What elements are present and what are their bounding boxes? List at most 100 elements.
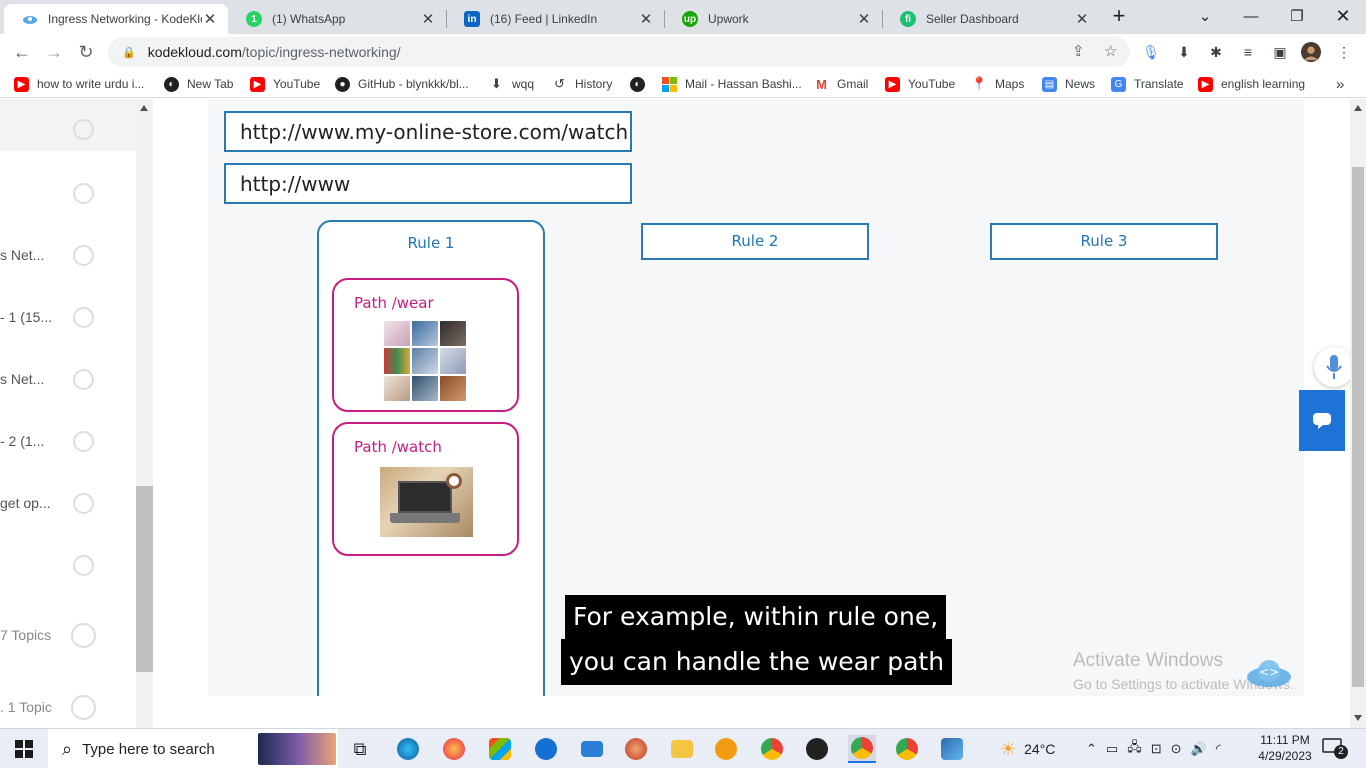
bookmark-item[interactable]: M Gmail (814, 75, 868, 93)
sidebar-lesson[interactable] (0, 173, 136, 213)
sidebar-scroll-thumb[interactable] (136, 486, 153, 672)
sidebar-lesson[interactable]: get op... (0, 483, 136, 523)
bookmark-item[interactable]: G Translate (1111, 75, 1184, 93)
subtitle-line-1: For example, within rule one, (565, 595, 947, 639)
lock-icon: 🔒 (122, 46, 136, 59)
close-icon[interactable]: ✕ (638, 10, 654, 28)
profile-avatar[interactable] (1301, 42, 1321, 62)
notification-center-icon[interactable]: 2 (1322, 737, 1348, 761)
restore-icon[interactable]: ❐ (1274, 0, 1320, 32)
close-window-icon[interactable]: ✕ (1320, 0, 1366, 32)
sidebar-topic-count: 7 Topics (0, 627, 52, 643)
windows-start-icon[interactable] (0, 729, 48, 768)
network-icon[interactable]: 🖧 (1127, 738, 1142, 760)
voice-assistant-mic-icon[interactable] (1314, 347, 1354, 387)
bookmark-item[interactable]: ◐ (630, 75, 653, 93)
back-arrow-icon[interactable]: ← (8, 38, 36, 66)
bookmark-item[interactable]: ● GitHub - blynkkk/bl... (335, 75, 469, 93)
sidebar-topic-group[interactable]: 7 Topics (0, 615, 136, 655)
volume-icon[interactable]: 🔊 (1191, 741, 1207, 757)
bookmark-item[interactable]: ⬇ wqq (489, 75, 534, 93)
mail-icon[interactable] (578, 735, 606, 763)
feedback-chat-icon[interactable] (1299, 390, 1345, 451)
sidebar-topic-group[interactable]: . 1 Topic (0, 687, 136, 727)
voice-extension-icon[interactable]: 🎙 (1141, 42, 1161, 62)
scroll-up-arrow-icon[interactable] (140, 105, 148, 111)
reload-icon[interactable]: ↻ (72, 38, 100, 66)
sidebar-scrollbar[interactable] (136, 99, 153, 728)
more-bookmarks-button[interactable]: » (1336, 75, 1344, 93)
sidebar-lesson[interactable]: s Net... (0, 359, 136, 399)
file-explorer-icon[interactable] (668, 735, 696, 763)
page-scrollbar[interactable] (1350, 99, 1366, 728)
side-panel-icon[interactable]: ▣ (1270, 42, 1290, 62)
firefox-icon[interactable] (440, 735, 468, 763)
share-icon[interactable]: ⇪ (1072, 42, 1085, 60)
microsoft-store-icon[interactable] (486, 735, 514, 763)
chrome-profile-icon[interactable] (893, 735, 921, 763)
weather-widget[interactable]: ☀ 24°C (1000, 729, 1055, 768)
tab-ingress-networking[interactable]: Ingress Networking - KodeKlo ✕ (4, 4, 228, 34)
bookmark-item[interactable]: ▶ how to write urdu i... (14, 75, 144, 93)
youtube-icon: ▶ (250, 76, 265, 92)
taskbar-search-placeholder: Type here to search (82, 740, 215, 758)
bookmark-item[interactable]: ▶ YouTube (885, 75, 955, 93)
task-view-icon[interactable]: ⧉ (346, 735, 374, 763)
close-icon[interactable]: ✕ (856, 10, 872, 28)
sidebar-lesson[interactable] (0, 99, 136, 151)
page-scroll-thumb[interactable] (1352, 167, 1364, 687)
chrome-icon[interactable] (758, 735, 786, 763)
media-control-icon[interactable]: ≡ (1238, 42, 1258, 62)
microsoft-icon (662, 76, 677, 92)
bookmark-label: Mail - Hassan Bashi... (685, 77, 802, 91)
tab-whatsapp[interactable]: 1 (1) WhatsApp ✕ (228, 4, 446, 34)
extensions-puzzle-icon[interactable]: ✱ (1206, 42, 1226, 62)
sidebar-lesson[interactable] (0, 545, 136, 585)
scroll-up-arrow-icon[interactable] (1354, 105, 1362, 111)
close-icon[interactable]: ✕ (420, 10, 436, 28)
sidebar-lesson[interactable]: - 1 (15... (0, 297, 136, 337)
bookmark-item[interactable]: 📍 Maps (971, 75, 1024, 93)
settings-gear-icon[interactable] (712, 735, 740, 763)
taskbar-clock[interactable]: 11:11 PM 4/29/2023 (1252, 732, 1318, 764)
path-watch-card: Path /watch (332, 422, 519, 556)
browser-menu-icon[interactable]: ⋮ (1334, 42, 1354, 62)
page-content: s Net... - 1 (15... s Net... - 2 (1... g… (0, 99, 1366, 728)
scroll-down-arrow-icon[interactable] (1354, 715, 1362, 721)
tab-search-chevron-icon[interactable]: ⌄ (1182, 0, 1228, 32)
bookmark-item[interactable]: ▤ News (1042, 75, 1095, 93)
bookmark-star-icon[interactable]: ☆ (1104, 42, 1117, 60)
address-bar[interactable]: 🔒 kodekloud.com/topic/ingress-networking… (108, 37, 1130, 67)
forward-arrow-icon[interactable]: → (40, 38, 68, 66)
tab-linkedin[interactable]: in (16) Feed | LinkedIn ✕ (446, 4, 664, 34)
photos-icon[interactable] (938, 735, 966, 763)
chevron-up-icon[interactable]: ⌃ (1086, 741, 1097, 757)
obs-icon[interactable] (803, 735, 831, 763)
sidebar-lesson[interactable]: s Net... (0, 235, 136, 275)
minimize-icon[interactable]: — (1228, 0, 1274, 32)
bookmark-item[interactable]: ↺ History (552, 75, 612, 93)
sidebar-lesson-label: s Net... (0, 247, 45, 263)
tab-upwork[interactable]: up Upwork ✕ (664, 4, 882, 34)
taskbar-search-box[interactable]: ⌕ Type here to search (48, 729, 338, 768)
bookmark-item[interactable]: ◐ New Tab (164, 75, 233, 93)
tab-seller-dashboard[interactable]: fi Seller Dashboard ✕ (882, 4, 1100, 34)
bookmark-item[interactable]: ▶ YouTube (250, 75, 320, 93)
chrome-active-window-icon[interactable] (848, 735, 876, 763)
wifi-icon[interactable]: ◜ (1216, 741, 1221, 757)
close-icon[interactable]: ✕ (202, 10, 218, 28)
taskbar-tray-icon[interactable]: ⊡ (1151, 741, 1162, 757)
snail-app-icon[interactable] (622, 735, 650, 763)
bookmark-item[interactable]: ▶ english learning (1198, 75, 1305, 93)
edge-icon[interactable] (394, 735, 422, 763)
download-icon: ⬇ (491, 76, 502, 91)
download-extension-icon[interactable]: ⬇ (1174, 42, 1194, 62)
skype-icon[interactable] (532, 735, 560, 763)
sidebar-lesson[interactable]: - 2 (1... (0, 421, 136, 461)
battery-icon[interactable]: ▭ (1106, 741, 1118, 757)
camera-icon[interactable]: ⊙ (1171, 741, 1182, 757)
close-icon[interactable]: ✕ (1074, 10, 1090, 28)
new-tab-button[interactable]: + (1096, 0, 1142, 32)
bookmark-item[interactable]: Mail - Hassan Bashi... (662, 75, 802, 93)
kodekloud-cloud-icon[interactable]: <> (1245, 657, 1293, 689)
